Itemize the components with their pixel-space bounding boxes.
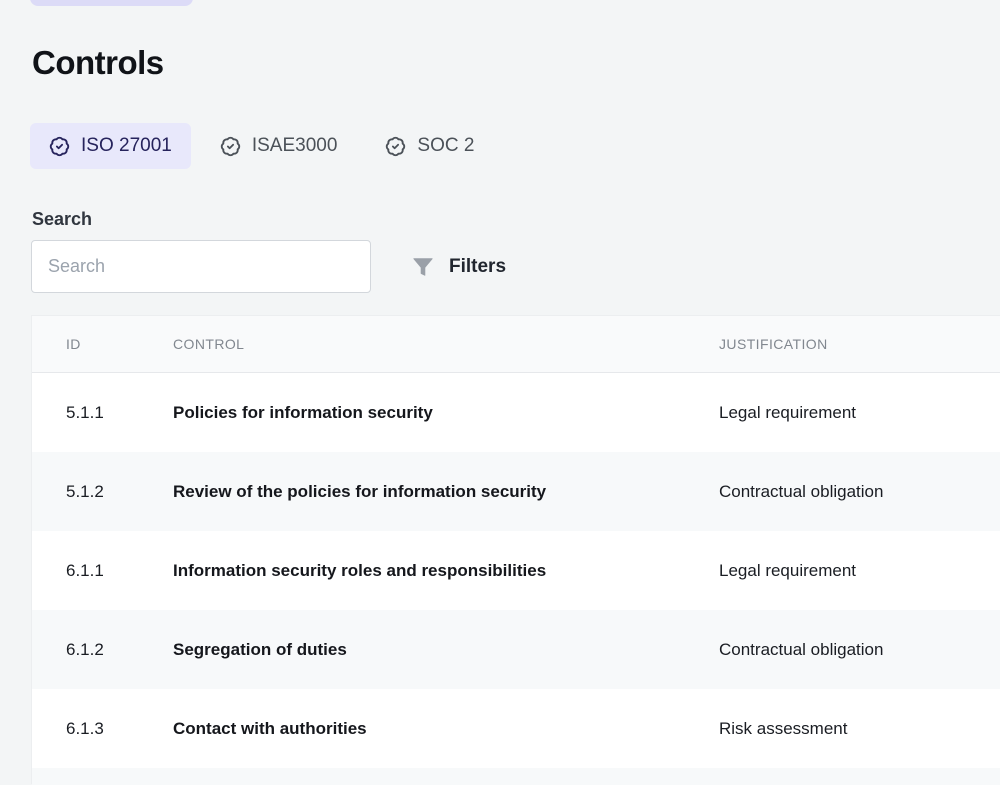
control-name: Review of the policies for information s…	[173, 482, 719, 502]
page-title: Controls	[32, 44, 164, 82]
badge-check-icon	[385, 136, 406, 157]
control-id: 5.1.1	[32, 403, 173, 423]
control-justification: Contractual obligation	[719, 482, 1000, 502]
control-name: Contact with authorities	[173, 719, 719, 739]
search-input[interactable]	[31, 240, 371, 293]
tab-iso-27001[interactable]: ISO 27001	[30, 123, 191, 169]
filters-button[interactable]: Filters	[412, 240, 506, 293]
controls-table: ID CONTROL JUSTIFICATION 5.1.1 Policies …	[31, 315, 1000, 784]
tab-soc-2[interactable]: SOC 2	[366, 123, 493, 169]
table-row-partial	[32, 768, 1000, 785]
tab-label: ISO 27001	[81, 135, 172, 157]
tab-label: SOC 2	[417, 135, 474, 157]
table-row[interactable]: 5.1.1 Policies for information security …	[32, 373, 1000, 452]
control-justification: Legal requirement	[719, 403, 1000, 423]
tab-label: ISAE3000	[252, 135, 338, 157]
control-name: Policies for information security	[173, 403, 719, 423]
control-id: 6.1.2	[32, 640, 173, 660]
column-header-id: ID	[32, 336, 173, 352]
search-label: Search	[32, 209, 92, 230]
control-id: 5.1.2	[32, 482, 173, 502]
cropped-top-pill[interactable]	[30, 0, 193, 6]
framework-tabs: ISO 27001 ISAE3000 SOC 2	[30, 123, 493, 169]
control-justification: Contractual obligation	[719, 640, 1000, 660]
column-header-control: CONTROL	[173, 336, 719, 352]
tab-isae3000[interactable]: ISAE3000	[201, 123, 357, 169]
control-justification: Legal requirement	[719, 561, 1000, 581]
control-id: 6.1.3	[32, 719, 173, 739]
table-row[interactable]: 6.1.3 Contact with authorities Risk asse…	[32, 689, 1000, 768]
table-row[interactable]: 6.1.1 Information security roles and res…	[32, 531, 1000, 610]
filters-label: Filters	[449, 256, 506, 278]
badge-check-icon	[220, 136, 241, 157]
control-name: Segregation of duties	[173, 640, 719, 660]
table-header-row: ID CONTROL JUSTIFICATION	[32, 316, 1000, 373]
control-justification: Risk assessment	[719, 719, 1000, 739]
control-name: Information security roles and responsib…	[173, 561, 719, 581]
table-row[interactable]: 5.1.2 Review of the policies for informa…	[32, 452, 1000, 531]
table-row[interactable]: 6.1.2 Segregation of duties Contractual …	[32, 610, 1000, 689]
filter-icon	[412, 256, 434, 278]
control-id: 6.1.1	[32, 561, 173, 581]
column-header-justification: JUSTIFICATION	[719, 336, 1000, 352]
badge-check-icon	[49, 136, 70, 157]
